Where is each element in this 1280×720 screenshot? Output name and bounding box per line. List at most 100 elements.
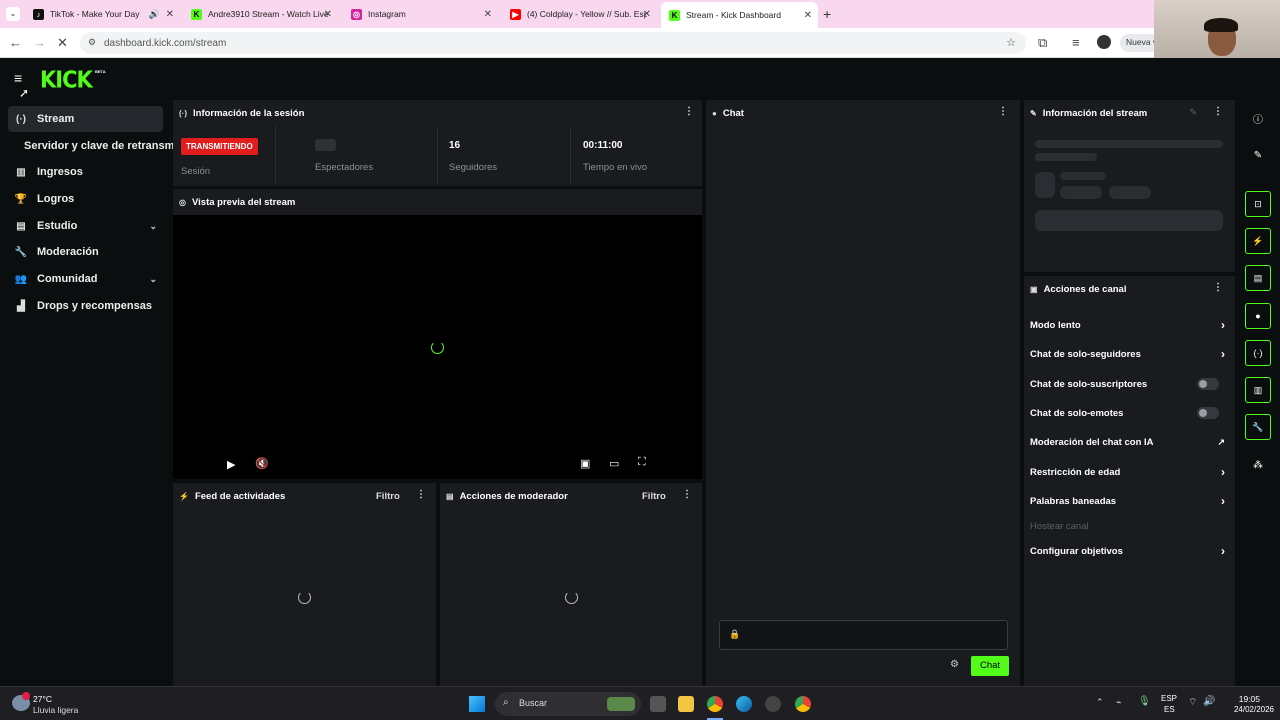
sidebar-item-label: Logros [37,193,75,205]
stat-value: 00:11:00 [583,140,623,151]
taskbar-search-box[interactable]: ⌕ Buscar [495,692,641,716]
stream-info-panel: ✎ Información del stream ✎ ⋮ [1024,100,1235,272]
screenshot-icon[interactable]: ⊡ [1245,191,1271,217]
info-icon[interactable]: ⓘ [1245,105,1271,131]
more-options-icon[interactable]: ⋮ [1213,106,1223,117]
chevron-down-icon[interactable]: ⌄ [149,274,157,285]
sidebar-item-stream[interactable]: (·) Stream [8,106,163,132]
sidebar-item-comunidad[interactable]: 👥 Comunidad ⌄ [8,266,163,292]
pencil-icon[interactable]: ✎ [1245,142,1271,168]
weather-description[interactable]: Lluvia ligera [33,705,78,715]
app-icon[interactable] [765,696,781,712]
network-icon[interactable]: ⌁ [1116,697,1121,708]
sidebar-item-logros[interactable]: 🏆 Logros [8,186,163,212]
filter-button[interactable]: Filtro [376,491,400,502]
hamburger-menu-icon[interactable]: ≡ [14,70,22,86]
action-followers-only[interactable]: Chat de solo-seguidores › [1030,343,1225,365]
stop-loading-icon[interactable]: ✕ [57,35,68,51]
site-info-icon[interactable]: ⚙ [88,37,96,48]
chat-icon[interactable]: ● [1245,303,1271,329]
theater-mode-icon[interactable]: ▭ [609,457,619,470]
chrome-profile-icon[interactable] [795,696,811,712]
bolt-icon[interactable]: ⚡ [1245,228,1271,254]
weather-temperature[interactable]: 27°C [33,694,52,704]
action-configure-goals[interactable]: Configurar objetivos › [1030,540,1225,562]
volume-icon[interactable]: 🔊 [1203,696,1215,707]
stat-label: Seguidores [449,162,498,173]
tab-search-button[interactable]: ⌄ [6,7,20,21]
tab-youtube[interactable]: ▶ (4) Coldplay - Yellow // Sub. Esp ✕ [502,3,657,25]
wrench-icon[interactable]: 🔧 [1245,414,1271,440]
extensions-icon[interactable]: ⧉ [1038,35,1047,51]
close-tab-icon[interactable]: ✕ [166,9,174,20]
kick-logo[interactable]: KICK [40,67,93,93]
action-modo-lento[interactable]: Modo lento › [1030,314,1225,336]
more-options-icon[interactable]: ⋮ [998,106,1008,117]
play-icon[interactable]: ▶ [227,458,235,471]
sidebar-item-moderacion[interactable]: 🔧 Moderación [8,239,163,265]
chat-input[interactable]: 🔒 [719,620,1008,650]
send-chat-button[interactable]: Chat [971,656,1009,676]
bookmark-star-icon[interactable]: ☆ [1006,36,1016,49]
sidebar-item-label: Ingresos [37,166,83,178]
clock-date[interactable]: 24/02/2026 [1220,705,1274,714]
back-icon[interactable]: ← [9,35,22,50]
forward-icon[interactable]: → [33,35,46,50]
chrome-icon[interactable] [707,696,723,712]
layout-icon[interactable]: ▥ [1245,377,1271,403]
tab-instagram[interactable]: ◎ Instagram ✕ [343,3,498,25]
tab-kick-dashboard[interactable]: K Stream - Kick Dashboard ✕ [661,2,818,28]
url-text: dashboard.kick.com/stream [104,37,227,49]
edge-icon[interactable] [736,696,752,712]
picture-in-picture-icon[interactable]: ▣ [580,457,590,470]
sidebar-item-ingresos[interactable]: ▥ Ingresos [8,159,163,185]
more-options-icon[interactable]: ⋮ [416,489,426,500]
chat-settings-gear-icon[interactable]: ⚙ [950,659,959,670]
language-code[interactable]: ESP [1161,694,1177,703]
emotes-only-toggle[interactable] [1197,407,1219,419]
profile-avatar[interactable] [1097,35,1111,49]
mute-icon[interactable]: 🔇 [255,457,269,470]
more-options-icon[interactable]: ⋮ [682,489,692,500]
microphone-icon[interactable]: 🎙 [1138,696,1151,707]
speaker-icon[interactable]: 🔊 [149,9,160,20]
clock-time[interactable]: 19:05 [1220,694,1260,704]
edit-pencil-icon[interactable]: ✎ [1189,107,1197,118]
new-tab-icon[interactable]: + [823,6,831,22]
chevron-down-icon[interactable]: ⌄ [149,221,157,232]
task-view-icon[interactable] [650,696,666,712]
kick-favicon: K [669,9,680,21]
more-options-icon[interactable]: ⋮ [1213,282,1223,293]
stat-label: Tiempo en vivo [583,162,648,173]
file-explorer-icon[interactable] [678,696,694,712]
clipboard-icon: ▤ [446,491,454,501]
wifi-icon[interactable]: ⌔ [1188,696,1197,709]
windows-start-icon[interactable] [469,696,485,712]
community-icon[interactable]: ⁂ [1245,452,1271,478]
tab-andre-stream[interactable]: K Andre3910 Stream - Watch Live ✕ [183,3,338,25]
sidebar-item-server-key[interactable]: Servidor y clave de retransm [19,133,174,159]
action-ai-moderation[interactable]: Moderación del chat con IA ↗ [1030,431,1225,453]
stream-preview-video[interactable]: ▶ 🔇 ▣ ▭ ⛶ [173,215,702,479]
more-options-icon[interactable]: ⋮ [684,106,694,117]
stream-preview-header: ◎ Vista previa del stream [173,189,702,215]
media-control-icon[interactable]: ≡ [1072,35,1080,50]
broadcast-icon[interactable]: (·) [1245,340,1271,366]
channel-actions-panel: ▣ Acciones de canal ⋮ Modo lento › Chat … [1024,276,1235,686]
sidebar-item-estudio[interactable]: ▤ Estudio ⌄ [8,213,163,239]
filter-button[interactable]: Filtro [642,491,666,502]
close-tab-icon[interactable]: ✕ [484,9,492,20]
sidebar-item-drops[interactable]: ▟ Drops y recompensas [8,293,163,319]
keyboard-layout[interactable]: ES [1164,705,1175,714]
notes-icon[interactable]: ▤ [1245,265,1271,291]
action-age-restriction[interactable]: Restricción de edad › [1030,461,1225,483]
chevron-up-icon[interactable]: ⌃ [1096,697,1104,708]
subscribers-only-toggle[interactable] [1197,378,1219,390]
close-tab-icon[interactable]: ✕ [324,9,332,20]
fullscreen-icon[interactable]: ⛶ [638,456,646,469]
tab-tiktok[interactable]: ♪ TikTok - Make Your Day 🔊 ✕ [25,3,180,25]
close-tab-icon[interactable]: ✕ [804,10,812,21]
close-tab-icon[interactable]: ✕ [643,9,651,20]
action-banned-words[interactable]: Palabras baneadas › [1030,490,1225,512]
address-bar[interactable]: ⚙ dashboard.kick.com/stream ☆ [80,32,1026,54]
